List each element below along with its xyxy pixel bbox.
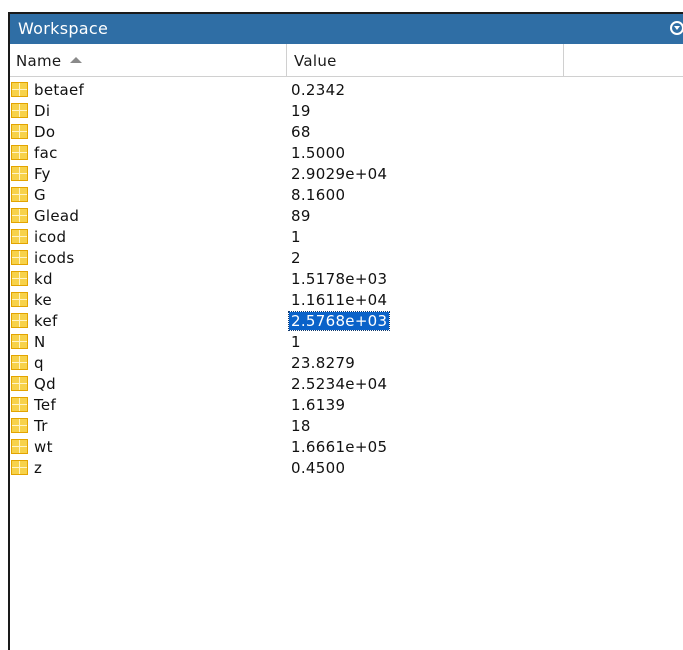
matrix-variable-icon xyxy=(11,208,28,223)
variable-name: Glead xyxy=(34,207,80,225)
variable-value[interactable]: 1.1611e+04 xyxy=(289,291,389,309)
matrix-variable-icon xyxy=(11,439,28,454)
variable-list: betaef 0.2342 Di 19 Do 68 fac 1.5000 Fy 2.9029e+0… xyxy=(10,80,683,479)
variable-name: wt xyxy=(34,438,53,456)
variable-value[interactable]: 2.5234e+04 xyxy=(289,375,389,393)
list-item[interactable]: Fy 2.9029e+04 xyxy=(10,164,683,185)
matrix-variable-icon xyxy=(11,397,28,412)
list-item[interactable]: wt 1.6661e+05 xyxy=(10,437,683,458)
list-item[interactable]: Tef 1.6139 xyxy=(10,395,683,416)
variable-value[interactable]: 0.4500 xyxy=(289,459,347,477)
matrix-variable-icon xyxy=(11,187,28,202)
variable-value[interactable]: 18 xyxy=(289,417,313,435)
list-item[interactable]: betaef 0.2342 xyxy=(10,80,683,101)
variable-value[interactable]: 1.5000 xyxy=(289,144,347,162)
column-header-name[interactable]: Name xyxy=(16,52,82,70)
matrix-variable-icon xyxy=(11,313,28,328)
workspace-titlebar: Workspace xyxy=(10,14,683,44)
variable-name: ke xyxy=(34,291,52,309)
list-item[interactable]: Glead 89 xyxy=(10,206,683,227)
matrix-variable-icon xyxy=(11,82,28,97)
column-divider[interactable] xyxy=(563,44,564,76)
variable-name: icods xyxy=(34,249,75,267)
list-item[interactable]: fac 1.5000 xyxy=(10,143,683,164)
list-item[interactable]: icods 2 xyxy=(10,248,683,269)
variable-name: Do xyxy=(34,123,56,141)
matrix-variable-icon xyxy=(11,250,28,265)
matrix-variable-icon xyxy=(11,229,28,244)
variable-value[interactable]: 2.9029e+04 xyxy=(289,165,389,183)
variable-value[interactable]: 1.6661e+05 xyxy=(289,438,389,456)
chevron-circle-icon[interactable] xyxy=(670,21,683,35)
list-item[interactable]: Qd 2.5234e+04 xyxy=(10,374,683,395)
variable-name: G xyxy=(34,186,46,204)
list-item[interactable]: Do 68 xyxy=(10,122,683,143)
list-item[interactable]: kef 2.5768e+03 xyxy=(10,311,683,332)
matrix-variable-icon xyxy=(11,376,28,391)
panel-title: Workspace xyxy=(18,19,109,38)
list-item[interactable]: icod 1 xyxy=(10,227,683,248)
list-item[interactable]: N1 xyxy=(10,332,683,353)
workspace-panel: Workspace Name Value betaef 0.2342 Di 19 Do 6… xyxy=(8,12,683,650)
matrix-variable-icon xyxy=(11,103,28,118)
variable-value[interactable]: 0.2342 xyxy=(289,81,347,99)
matrix-variable-icon xyxy=(11,460,28,475)
variable-value[interactable]: 2 xyxy=(289,249,303,267)
variable-value[interactable]: 23.8279 xyxy=(289,354,357,372)
variable-name: N xyxy=(34,333,46,351)
variable-value[interactable]: 8.1600 xyxy=(289,186,347,204)
list-item[interactable]: ke 1.1611e+04 xyxy=(10,290,683,311)
variable-value[interactable]: 19 xyxy=(289,102,313,120)
variable-name: Tef xyxy=(34,396,57,414)
variable-name: kd xyxy=(34,270,53,288)
list-item[interactable]: z 0.4500 xyxy=(10,458,683,479)
list-item[interactable]: Di 19 xyxy=(10,101,683,122)
variable-name: q xyxy=(34,354,44,372)
variable-name: Di xyxy=(34,102,51,120)
variable-value[interactable]: 1 xyxy=(289,228,303,246)
variable-name: Fy xyxy=(34,165,51,183)
variable-value[interactable]: 89 xyxy=(289,207,313,225)
variable-value[interactable]: 68 xyxy=(289,123,313,141)
column-header-name-label: Name xyxy=(16,52,62,70)
variable-name: fac xyxy=(34,144,58,162)
matrix-variable-icon xyxy=(11,334,28,349)
matrix-variable-icon xyxy=(11,355,28,370)
column-header-value[interactable]: Value xyxy=(294,52,337,70)
list-item[interactable]: kd 1.5178e+03 xyxy=(10,269,683,290)
column-header-value-label: Value xyxy=(294,52,337,70)
variable-name: Qd xyxy=(34,375,56,393)
matrix-variable-icon xyxy=(11,166,28,181)
matrix-variable-icon xyxy=(11,418,28,433)
variable-value[interactable]: 1.5178e+03 xyxy=(289,270,389,288)
variable-value[interactable]: 2.5768e+03 xyxy=(287,311,391,331)
matrix-variable-icon xyxy=(11,292,28,307)
list-item[interactable]: G 8.1600 xyxy=(10,185,683,206)
matrix-variable-icon xyxy=(11,271,28,286)
list-item[interactable]: Tr 18 xyxy=(10,416,683,437)
matrix-variable-icon xyxy=(11,124,28,139)
variable-name: z xyxy=(34,459,43,477)
variable-name: betaef xyxy=(34,81,85,99)
column-divider[interactable] xyxy=(286,44,287,76)
list-item[interactable]: q 23.8279 xyxy=(10,353,683,374)
variable-name: Tr xyxy=(34,417,48,435)
variable-name: kef xyxy=(34,312,58,330)
variable-value[interactable]: 1 xyxy=(289,333,303,351)
column-header: Name Value xyxy=(10,44,683,77)
variable-value[interactable]: 1.6139 xyxy=(289,396,347,414)
variable-name: icod xyxy=(34,228,67,246)
sort-ascending-icon xyxy=(70,57,82,63)
matrix-variable-icon xyxy=(11,145,28,160)
